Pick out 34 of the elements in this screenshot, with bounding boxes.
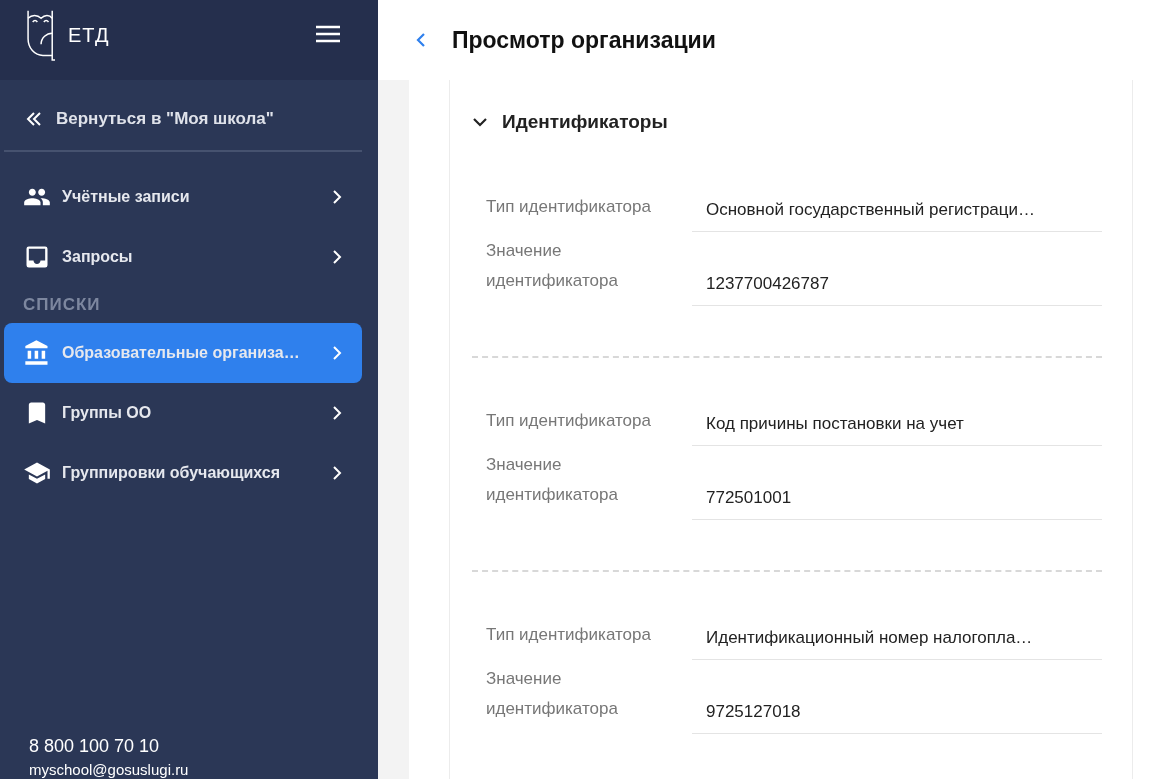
chevron-right-icon bbox=[332, 189, 342, 205]
institution-icon bbox=[23, 339, 51, 367]
field-value: Основной государственный регистраци… bbox=[692, 200, 1102, 232]
double-chevron-left-icon bbox=[26, 112, 42, 126]
field-value: 772501001 bbox=[692, 488, 1102, 520]
back-chevron-icon[interactable] bbox=[416, 32, 426, 48]
back-link[interactable]: Вернуться в "Моя школа" bbox=[26, 109, 274, 129]
field-value: 9725127018 bbox=[692, 702, 1102, 734]
field-label: Тип идентификатора bbox=[486, 410, 652, 432]
field-value: 1237700426787 bbox=[692, 274, 1102, 306]
field-label: Тип идентификатора bbox=[486, 624, 652, 646]
sidebar-item[interactable]: Учётные записи bbox=[4, 167, 362, 227]
menu-icon[interactable] bbox=[316, 25, 340, 43]
field-value: Идентификационный номер налогопла… bbox=[692, 628, 1102, 660]
logo-text: ЕТД bbox=[68, 23, 110, 47]
field-value: Код причины постановки на учет bbox=[692, 414, 1102, 446]
chevron-right-icon bbox=[332, 405, 342, 421]
chevron-right-icon bbox=[332, 465, 342, 481]
owl-logo-icon bbox=[26, 9, 58, 61]
sidebar-item[interactable]: Запросы bbox=[4, 227, 362, 287]
sidebar-item[interactable]: Группы ОО bbox=[4, 383, 362, 443]
page-title: Просмотр организации bbox=[452, 26, 716, 54]
field-label: Значение идентификатора bbox=[486, 454, 619, 506]
phone-number: 8 800 100 70 10 bbox=[29, 736, 161, 757]
section-heading: СПИСКИ bbox=[22, 294, 102, 316]
section-toggle[interactable]: Идентификаторы bbox=[472, 80, 668, 144]
chevron-right-icon bbox=[332, 345, 342, 361]
chevron-down-icon bbox=[472, 117, 488, 127]
chevron-right-icon bbox=[332, 249, 342, 265]
field-label: Тип идентификатора bbox=[486, 196, 652, 218]
field-label: Значение идентификатора bbox=[486, 240, 619, 292]
email-address: myschool@gosuslugi.ru bbox=[29, 761, 190, 779]
field-label: Значение идентификатора bbox=[486, 668, 619, 720]
sidebar-item[interactable]: Группировки обучающихся bbox=[4, 443, 362, 503]
